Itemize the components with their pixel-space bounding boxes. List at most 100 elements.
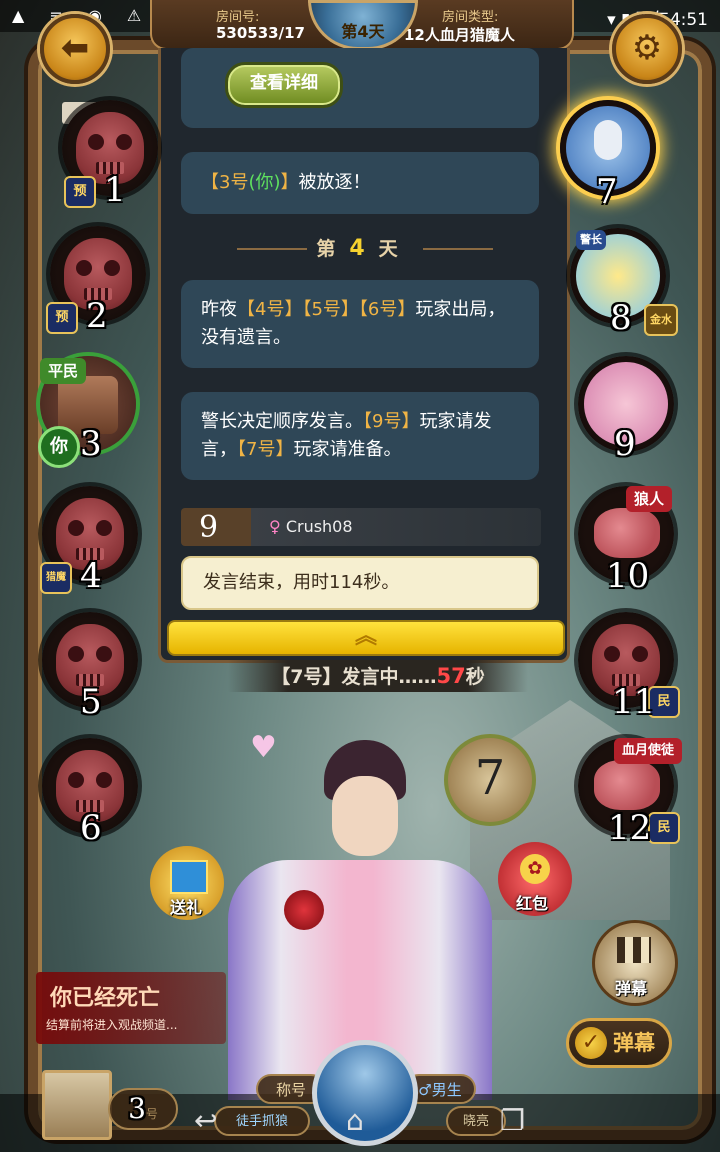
- player-avatar-orb: [312, 1040, 418, 1146]
- seat-number: 9: [614, 424, 636, 464]
- seat-number: 1: [104, 170, 126, 210]
- speaker-seat-number: 9: [199, 510, 219, 545]
- skull-eye: [96, 520, 112, 536]
- paw-icon: ✿: [520, 854, 550, 884]
- werewolf-flag: 狼人: [626, 486, 673, 512]
- brain-icon: [594, 508, 660, 558]
- home-nav-icon[interactable]: ⌂: [346, 1104, 364, 1137]
- citizen-flag: 平民: [40, 358, 87, 384]
- seat-number: 2: [86, 296, 108, 336]
- seat-number: 5: [80, 682, 102, 722]
- skull-eye: [632, 646, 648, 662]
- danmaku-toggle-label: 弹幕: [615, 979, 648, 998]
- seat-number: 8: [610, 298, 632, 338]
- message-text: 警长决定顺序发言。: [201, 411, 363, 432]
- message-text: 玩家请准备。: [293, 439, 402, 460]
- you-badge: 你: [38, 426, 80, 468]
- player-ref: 【7号】: [237, 439, 294, 460]
- skull-eye: [96, 646, 112, 662]
- microphone-icon: [594, 120, 622, 160]
- day-divider-prefix: 第: [316, 238, 350, 260]
- player-ref: 【4号】: [237, 299, 303, 320]
- room-number-label: 房间号:: [216, 10, 260, 25]
- skull-eye: [96, 772, 112, 788]
- settings-button[interactable]: ⚙: [612, 14, 682, 84]
- skull-eye: [68, 646, 84, 662]
- self-avatar[interactable]: [42, 1070, 112, 1140]
- skull-eye: [68, 520, 84, 536]
- seat-number: 4: [80, 556, 102, 596]
- day-divider-suffix: 天: [378, 238, 412, 260]
- recent-apps-icon[interactable]: ❐: [500, 1104, 525, 1137]
- back-nav-icon[interactable]: ↩: [194, 1104, 217, 1137]
- check-icon: ✓: [575, 1027, 607, 1059]
- timer-unit: 秒: [465, 666, 485, 688]
- speaker-nickname: Crush08: [285, 517, 353, 536]
- death-subtitle: 结算前将进入观战频道...: [46, 1018, 178, 1032]
- seat-number: 6: [80, 808, 102, 848]
- chat-message-expelled: 【3号(你)】被放逐！: [181, 152, 539, 214]
- blood-moon-apostle-flag: 血月使徒: [614, 738, 683, 764]
- scroll-to-bottom-button[interactable]: ︽: [167, 620, 565, 656]
- brain-icon: [594, 760, 660, 810]
- chat-log-panel[interactable]: 查看详细 【3号(你)】被放逐！ 第4天 昨夜【4号】【5号】【6号】玩家出局，…: [158, 48, 570, 663]
- skull-eye: [88, 134, 104, 150]
- message-text: 被放逐！: [298, 172, 371, 193]
- red-packet-button[interactable]: ✿ 红包: [498, 842, 572, 916]
- player-ref-end: 】: [280, 172, 299, 193]
- character-face: [332, 776, 398, 856]
- gold-water-badge: 金水: [644, 304, 678, 336]
- hunter-badge: 猎魔: [40, 562, 72, 594]
- send-gift-label: 送礼: [170, 898, 203, 917]
- room-number: 530533/17: [216, 24, 305, 42]
- danmaku-toggle-button[interactable]: 弹幕: [592, 920, 678, 1006]
- rose-icon: [284, 890, 324, 930]
- danmaku-send-label: 弹幕: [613, 1031, 655, 1055]
- danmaku-send-button[interactable]: ✓ 弹幕: [566, 1018, 672, 1068]
- skull-eye: [604, 646, 620, 662]
- chat-message-order: 警长决定顺序发言。【9号】玩家请发言，【7号】玩家请准备。: [181, 392, 539, 480]
- double-chevron-up-icon: ︽: [354, 624, 377, 649]
- player-ref: 【5号】: [302, 299, 359, 320]
- gear-icon: ⚙: [631, 28, 663, 68]
- speaker-name: ♀ Crush08: [269, 508, 353, 546]
- skull-eye: [104, 260, 120, 276]
- heart-icon: ♥: [250, 730, 277, 765]
- send-gift-button[interactable]: 送礼: [150, 846, 224, 920]
- skull-eye: [76, 260, 92, 276]
- message-text: 昨夜: [201, 299, 237, 320]
- view-details-button[interactable]: 查看详细: [225, 62, 343, 108]
- chat-message-detail: 查看详细: [181, 48, 539, 128]
- death-title: 你已经死亡: [50, 986, 161, 1011]
- female-icon: ♀: [269, 517, 281, 536]
- danmaku-screen-icon: [617, 937, 651, 963]
- speaker-header: 9 ♀ Crush08: [181, 508, 541, 546]
- seat-number: 7: [596, 172, 618, 212]
- skull-eye: [116, 134, 132, 150]
- self-seat-pill: 3号: [108, 1088, 178, 1130]
- room-type-label: 房间类型:: [442, 10, 499, 25]
- player-ref: 【6号】: [358, 299, 416, 320]
- seat-number: 3: [80, 424, 102, 464]
- back-arrow-icon: ⬅: [60, 28, 90, 68]
- timer-seconds: 57: [436, 664, 466, 688]
- speaking-timer: 【7号】发言中……57秒: [228, 660, 528, 692]
- skull-eye: [68, 772, 84, 788]
- self-seat-number: 3: [128, 1092, 146, 1125]
- villager-badge: 民: [648, 812, 680, 844]
- seat-number: 10: [606, 556, 650, 596]
- day-divider: 第4天: [231, 234, 497, 264]
- room-type: 12人血月猎魔人: [404, 26, 515, 44]
- red-packet-label: 红包: [516, 894, 549, 913]
- achievement-tag: 徒手抓狼: [214, 1106, 310, 1136]
- seer-badge: 预: [64, 176, 96, 208]
- you-tag: (你): [248, 172, 281, 193]
- username-tag: 晓亮: [446, 1106, 506, 1136]
- day-divider-number: 4: [349, 236, 379, 261]
- sheriff-badge: 警长: [576, 230, 606, 250]
- gift-box-icon: [170, 860, 208, 894]
- player-ref: 【3号: [201, 172, 249, 193]
- back-button[interactable]: ⬅: [40, 14, 110, 84]
- timer-text: 【7号】发言中……: [271, 666, 437, 688]
- speaker-bubble: 7: [444, 734, 536, 826]
